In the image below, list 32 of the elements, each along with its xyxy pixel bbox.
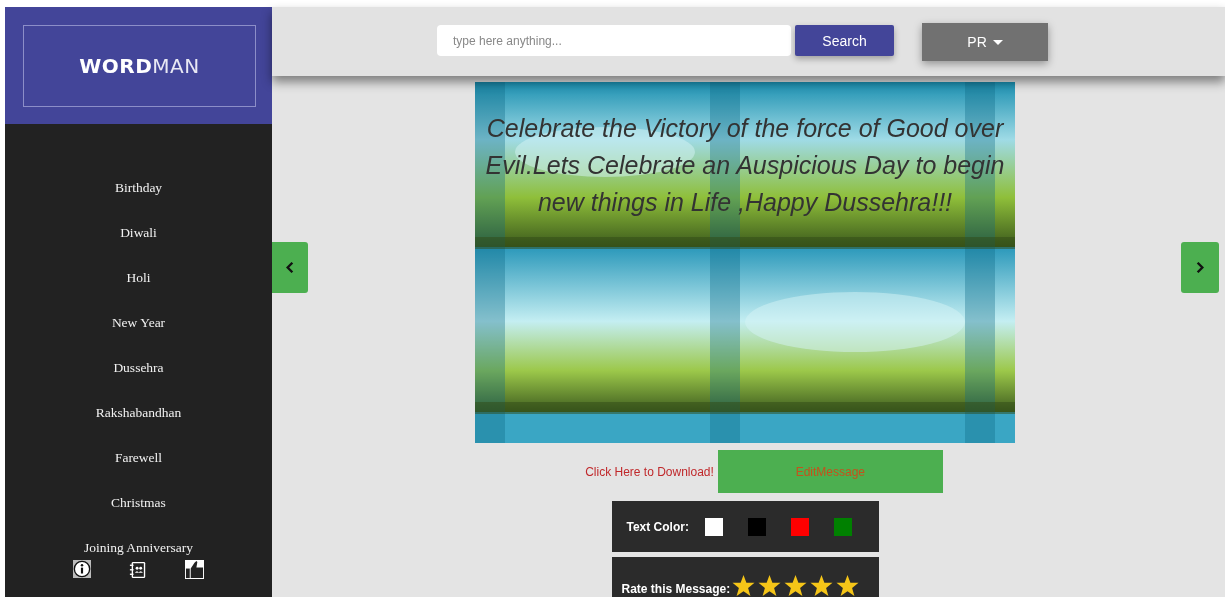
sidebar-item[interactable]: Diwali	[120, 224, 157, 269]
thumbs-up-icon[interactable]	[185, 560, 204, 579]
sidebar-item[interactable]: Rakshabandhan	[95, 404, 182, 449]
color-swatch[interactable]	[833, 517, 852, 536]
sidebar-item[interactable]: Holi	[126, 269, 151, 314]
sidebar-item[interactable]: Joining Anniversary	[83, 539, 194, 558]
search-field[interactable]: type here anything...	[437, 25, 791, 56]
sidebar-item[interactable]: Dussehra	[113, 359, 164, 404]
search-button[interactable]: Search	[795, 25, 894, 56]
caret-icon	[992, 40, 1003, 46]
logo[interactable]: WORDMAN	[79, 54, 200, 78]
color-swatch[interactable]	[747, 517, 766, 536]
star-icon[interactable]	[810, 574, 834, 597]
text-color-label: Text Color:	[626, 519, 689, 534]
color-swatch[interactable]	[704, 517, 723, 536]
star-icon[interactable]	[836, 574, 860, 597]
star-icon[interactable]	[784, 574, 808, 597]
sidebar-item[interactable]: Farewell	[114, 449, 163, 494]
star-icon[interactable]	[758, 574, 782, 597]
rating-label: Rate this Message:	[621, 582, 731, 596]
sidebar-item[interactable]: New Year	[111, 314, 166, 359]
info-icon[interactable]	[73, 560, 91, 578]
user-menu-button[interactable]: PR	[922, 22, 1048, 61]
star-icon[interactable]	[732, 574, 756, 597]
sidebar-item[interactable]: Christmas	[111, 494, 166, 539]
chevron-left-icon	[286, 262, 294, 273]
chevron-right-icon	[1196, 262, 1204, 273]
color-swatch[interactable]	[790, 517, 809, 536]
greeting-message: Celebrate the Victory of the force of Good over Evil.Lets Celebrate an Auspicious Day to begin new things in Life ,Happy Dussehra!!!	[484, 113, 1006, 218]
download-link[interactable]: Click Here to Download!	[585, 464, 714, 479]
address-book-icon[interactable]	[129, 560, 147, 580]
sidebar-item[interactable]: Birthday	[114, 179, 163, 224]
